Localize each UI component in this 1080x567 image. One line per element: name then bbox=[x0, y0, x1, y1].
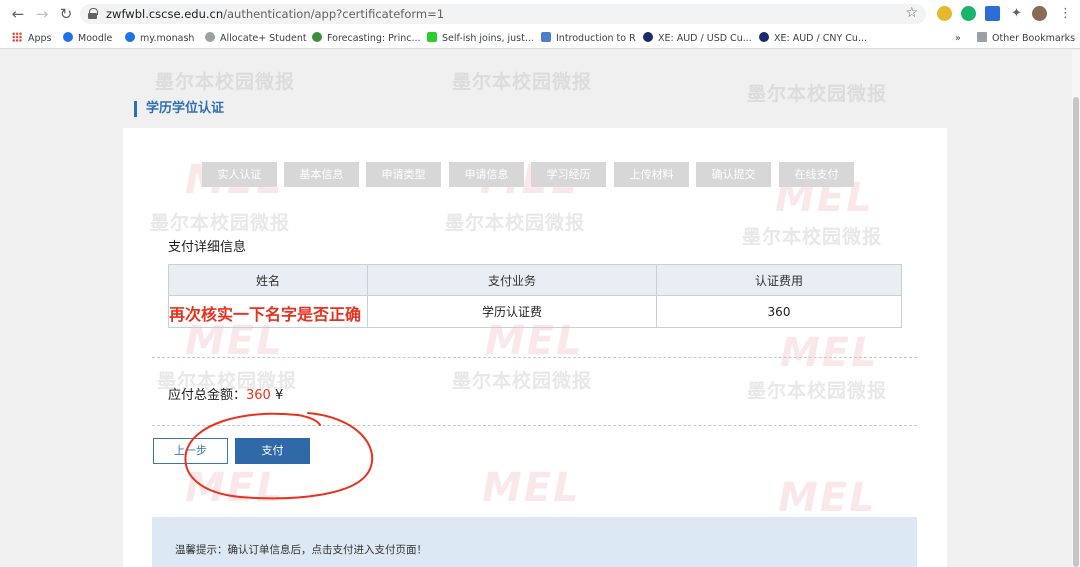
bookmarks-bar: Apps Moodle my.monash Allocate+ Student … bbox=[0, 28, 1080, 49]
xe-icon bbox=[643, 32, 653, 42]
content-card bbox=[123, 128, 947, 567]
payment-detail-title: 支付详细信息 bbox=[168, 240, 247, 255]
payment-table: 姓名 支付业务 认证费用 再次核实一下名字是否正确 学历认证费 360 bbox=[168, 264, 902, 328]
cell-fee: 360 bbox=[656, 295, 902, 328]
annotation-text: 再次核实一下名字是否正确 bbox=[169, 305, 362, 324]
bookmark-xe-usd[interactable]: XE: AUD / USD Cu... bbox=[643, 31, 752, 46]
extension-icon[interactable] bbox=[937, 6, 952, 21]
extension-icon[interactable] bbox=[985, 6, 1000, 21]
scrollbar-thumb[interactable] bbox=[1073, 97, 1079, 567]
menu-icon[interactable]: ⋮ bbox=[1058, 6, 1073, 21]
bookmark-intro-r[interactable]: Introduction to R bbox=[541, 31, 636, 46]
apps-icon bbox=[12, 32, 22, 42]
step-confirm[interactable]: 确认提交 bbox=[696, 162, 771, 187]
bookmark-xe-cny[interactable]: XE: AUD / CNY Cu... bbox=[759, 31, 867, 46]
reload-icon[interactable]: ↻ bbox=[56, 4, 76, 24]
allocate-icon bbox=[205, 32, 215, 42]
url-text: zwfwbl.cscse.edu.cn/authentication/app?c… bbox=[106, 7, 445, 21]
column-header-business: 支付业务 bbox=[367, 264, 657, 296]
step-basic-info[interactable]: 基本信息 bbox=[284, 162, 359, 187]
step-online-payment[interactable]: 在线支付 bbox=[779, 162, 854, 187]
moodle-icon bbox=[63, 32, 73, 42]
total-amount: 应付总金额：360 ¥ bbox=[168, 388, 284, 403]
column-header-name: 姓名 bbox=[168, 264, 368, 296]
bookmark-my-monash[interactable]: my.monash bbox=[125, 31, 194, 46]
total-amount-value: 360 bbox=[246, 388, 271, 403]
browser-toolbar: ← → ↻ zwfwbl.cscse.edu.cn/authentication… bbox=[0, 0, 1080, 28]
folder-icon bbox=[977, 32, 987, 42]
page-title: 学历学位认证 bbox=[134, 101, 224, 117]
forecasting-icon bbox=[312, 32, 322, 42]
step-application-info[interactable]: 申请信息 bbox=[449, 162, 524, 187]
grammarly-icon[interactable] bbox=[961, 6, 976, 21]
divider bbox=[152, 425, 917, 426]
tip-box: 温馨提示：确认订单信息后，点击支付进入支付页面！ bbox=[152, 517, 917, 567]
table-row: 再次核实一下名字是否正确 学历认证费 360 bbox=[168, 295, 902, 328]
step-upload[interactable]: 上传材料 bbox=[614, 162, 689, 187]
scrollbar[interactable] bbox=[1072, 50, 1080, 567]
back-icon[interactable]: ← bbox=[8, 4, 28, 24]
step-real-name[interactable]: 实人认证 bbox=[202, 162, 277, 187]
shield-icon bbox=[541, 32, 551, 42]
step-study-history[interactable]: 学习经历 bbox=[531, 162, 606, 187]
bookmark-self-ish-joins[interactable]: Self-ish joins, just... bbox=[427, 31, 534, 46]
divider bbox=[152, 357, 917, 358]
bookmark-star-icon[interactable]: ☆ bbox=[905, 5, 918, 21]
cell-business: 学历认证费 bbox=[367, 295, 657, 328]
bookmark-forecasting[interactable]: Forecasting: Princ... bbox=[312, 31, 421, 46]
monash-icon bbox=[125, 32, 135, 42]
forward-icon[interactable]: → bbox=[32, 4, 52, 24]
tip-text: 温馨提示：确认订单信息后，点击支付进入支付页面！ bbox=[175, 544, 427, 556]
address-bar[interactable]: zwfwbl.cscse.edu.cn/authentication/app?c… bbox=[80, 4, 926, 24]
column-header-fee: 认证费用 bbox=[656, 264, 902, 296]
bookmark-allocate[interactable]: Allocate+ Student bbox=[205, 31, 307, 46]
cell-name: 再次核实一下名字是否正确 bbox=[168, 295, 368, 328]
pay-button[interactable]: 支付 bbox=[235, 438, 310, 464]
bookmark-moodle[interactable]: Moodle bbox=[63, 31, 112, 46]
lock-icon bbox=[88, 8, 98, 19]
r-icon bbox=[427, 32, 437, 42]
puzzle-icon[interactable]: ✦ bbox=[1009, 6, 1024, 21]
avatar[interactable] bbox=[1032, 6, 1047, 21]
other-bookmarks[interactable]: Other Bookmarks bbox=[977, 31, 1075, 46]
xe-icon bbox=[759, 32, 769, 42]
prev-step-button[interactable]: 上一步 bbox=[153, 438, 228, 464]
more-bookmarks-button[interactable]: » bbox=[955, 31, 961, 46]
step-application-type[interactable]: 申请类型 bbox=[366, 162, 441, 187]
bookmark-apps[interactable]: Apps bbox=[12, 31, 52, 46]
